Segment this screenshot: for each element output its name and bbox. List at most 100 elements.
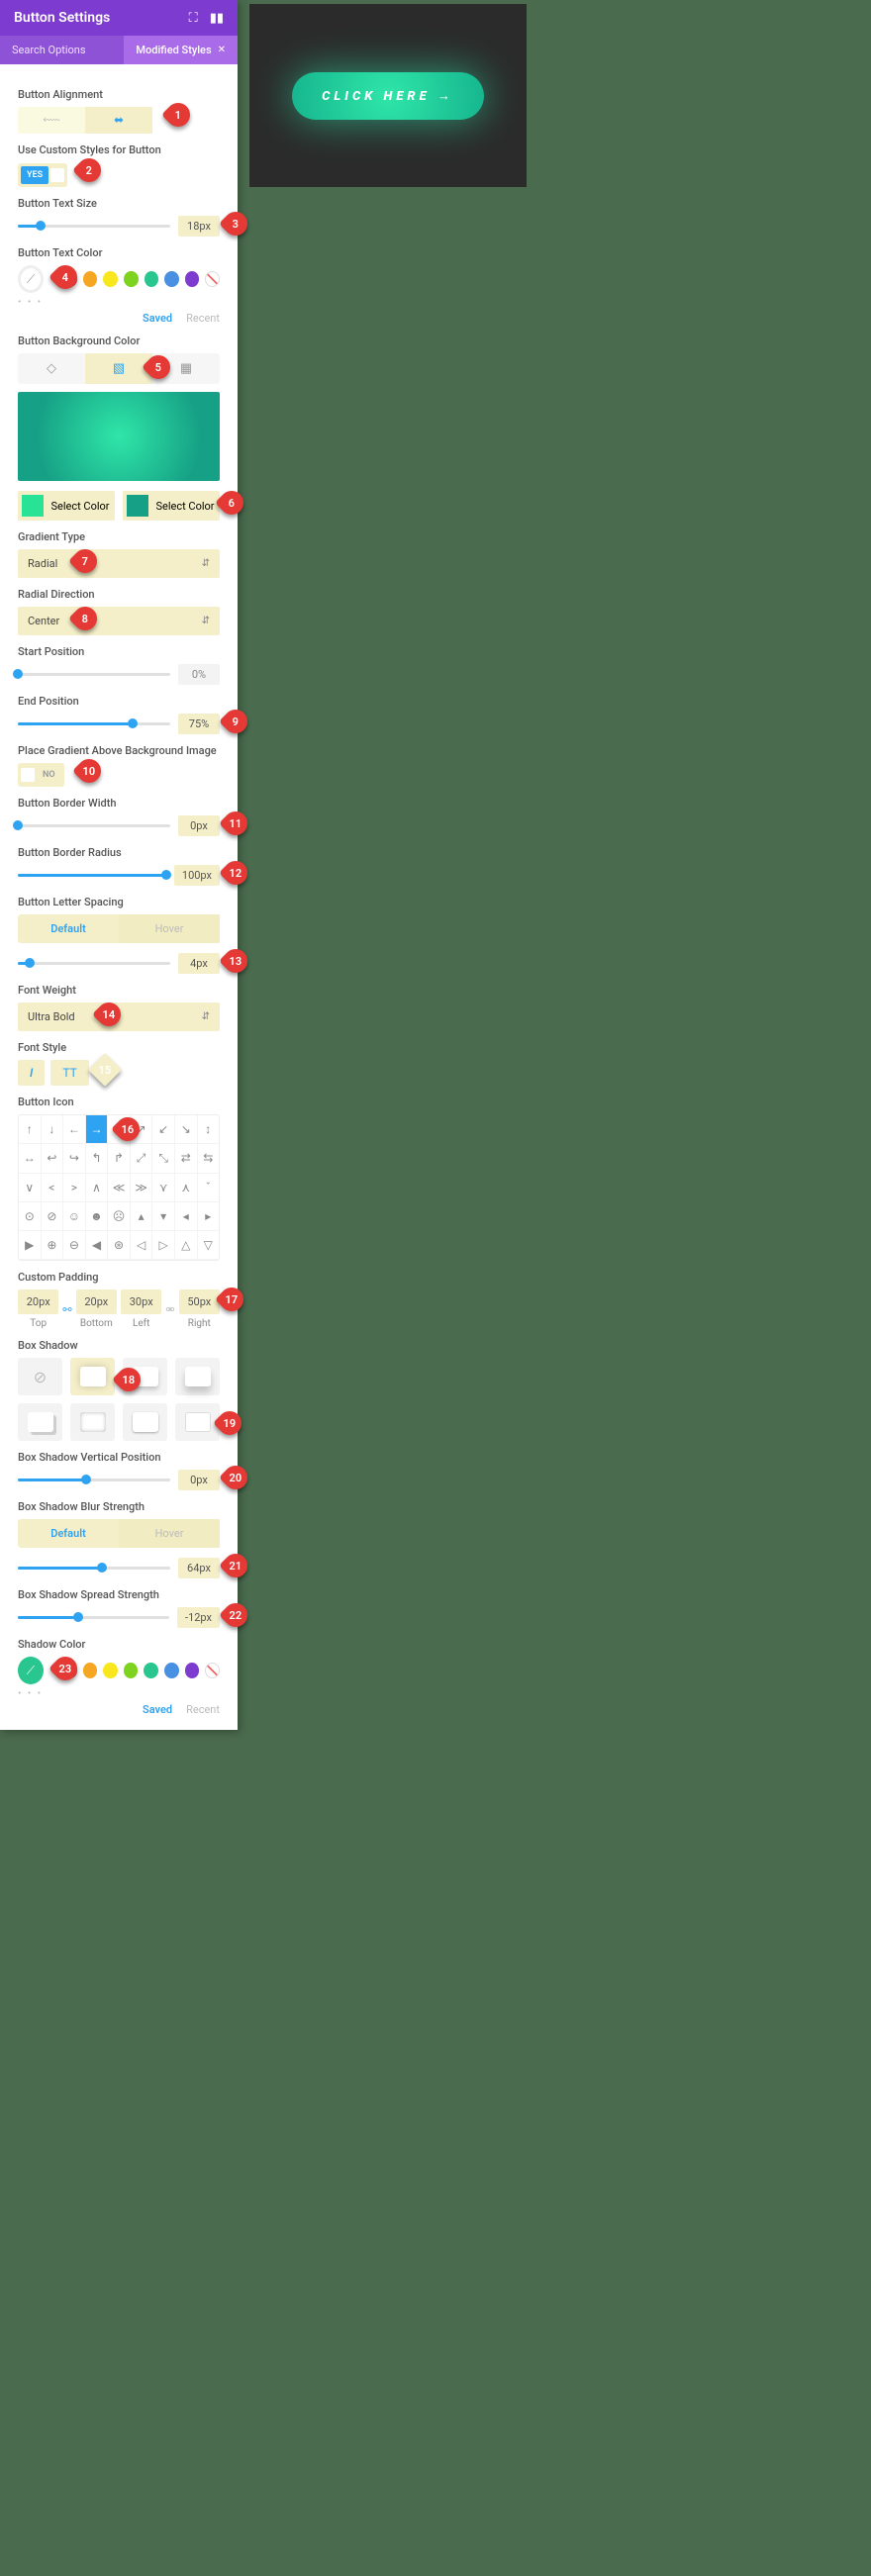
letter-spacing-state-tabs[interactable]: Default Hover (18, 914, 220, 943)
bs-spread-slider[interactable] (18, 1616, 169, 1619)
bg-tab-color[interactable]: ◇ (18, 353, 85, 384)
text-size-slider[interactable] (18, 225, 170, 228)
icon-arrow-up[interactable]: ↑ (19, 1115, 42, 1144)
icon-cell[interactable]: ⊕ (42, 1231, 64, 1260)
shadow-preset-3[interactable] (175, 1358, 220, 1395)
more-dots[interactable]: • • • (18, 297, 220, 308)
swatch-teal[interactable] (144, 1663, 158, 1678)
modified-styles-tab[interactable]: Modified Styles ✕ (124, 36, 238, 64)
font-weight-select[interactable]: Ultra Bold ⇵ 14 (18, 1002, 220, 1031)
saved-tab[interactable]: Saved (143, 1703, 172, 1716)
bs-spread-value[interactable]: -12px (177, 1607, 220, 1628)
swatch-none[interactable] (205, 1663, 220, 1678)
swatch-teal[interactable] (145, 271, 159, 287)
more-dots[interactable]: • • • (18, 1688, 220, 1699)
bs-blur-slider[interactable] (18, 1567, 170, 1570)
letter-spacing-value[interactable]: 4px (178, 953, 220, 974)
icon-cell[interactable]: ⋏ (175, 1174, 198, 1202)
bs-vertical-slider[interactable] (18, 1479, 170, 1481)
icon-cell[interactable]: ⇆ (198, 1144, 220, 1174)
swatch-green[interactable] (124, 1663, 139, 1678)
preview-button[interactable]: CLICK HERE → (292, 72, 484, 120)
swatch-orange[interactable] (83, 1663, 98, 1678)
icon-cell[interactable]: △ (175, 1231, 198, 1260)
recent-tab[interactable]: Recent (186, 312, 220, 325)
icon-cell[interactable]: ☹ (108, 1202, 131, 1231)
padding-top-value[interactable]: 20px (18, 1289, 58, 1314)
icon-picker[interactable]: ↑ ↓ ← → ↖ ↗ ↙ ↘ ↕ ↔↩↪↰↱⤢⤡⇄⇆ ∨<>∧≪≫⋎⋏ˇ ⊙⊘… (18, 1114, 220, 1261)
link-icon[interactable]: ⚯ (62, 1289, 71, 1329)
eyedropper-icon[interactable]: ⟋ (18, 1657, 44, 1684)
shadow-preset-6[interactable] (123, 1403, 167, 1441)
icon-arrow-right[interactable]: → (86, 1115, 109, 1144)
icon-cell[interactable]: ↰ (86, 1144, 109, 1174)
swatch-yellow[interactable] (103, 1663, 118, 1678)
state-hover[interactable]: Hover (119, 914, 220, 943)
border-width-value[interactable]: 0px (178, 815, 220, 836)
gradient-color-2[interactable]: Select Color (123, 491, 220, 521)
expand-icon[interactable]: ⛶ (189, 11, 198, 26)
bs-blur-state-tabs[interactable]: Default Hover (18, 1519, 220, 1548)
padding-right-value[interactable]: 50px (179, 1289, 220, 1314)
icon-cell[interactable]: ▴ (131, 1202, 153, 1231)
swatch-purple[interactable] (185, 271, 200, 287)
icon-cell[interactable]: < (42, 1174, 64, 1202)
letter-spacing-slider[interactable] (18, 962, 170, 965)
state-default[interactable]: Default (18, 914, 119, 943)
link-icon[interactable]: ⚮ (165, 1289, 174, 1329)
place-gradient-toggle[interactable]: NO (18, 763, 64, 787)
shadow-preset-5[interactable] (70, 1403, 115, 1441)
padding-left-value[interactable]: 30px (121, 1289, 161, 1314)
icon-cell[interactable]: ⊘ (42, 1202, 64, 1231)
swatch-purple[interactable] (185, 1663, 200, 1678)
gradient-color-1[interactable]: Select Color (18, 491, 115, 521)
icon-cell[interactable]: ↔ (19, 1144, 42, 1174)
border-radius-slider[interactable] (18, 874, 166, 877)
icon-cell[interactable]: ▾ (152, 1202, 175, 1231)
icon-cell[interactable]: ↱ (108, 1144, 131, 1174)
close-icon[interactable]: ✕ (218, 45, 226, 55)
icon-cell[interactable]: ◁ (131, 1231, 153, 1260)
border-radius-value[interactable]: 100px (174, 865, 220, 886)
icon-cell[interactable]: ≫ (131, 1174, 153, 1202)
icon-cell[interactable]: ☺ (63, 1202, 86, 1231)
radial-direction-select[interactable]: Center ⇵ 8 (18, 607, 220, 635)
icon-arrow-se[interactable]: ↘ (175, 1115, 198, 1144)
shadow-preset-1[interactable] (70, 1358, 115, 1395)
icon-cell[interactable]: ⊙ (19, 1202, 42, 1231)
shadow-none[interactable]: ⊘ (18, 1358, 62, 1395)
icon-arrow-updown[interactable]: ↕ (198, 1115, 220, 1144)
icon-cell[interactable]: ⇄ (175, 1144, 198, 1174)
align-left-icon[interactable]: ⬳ (18, 107, 85, 134)
icon-arrow-down[interactable]: ↓ (42, 1115, 64, 1144)
state-hover[interactable]: Hover (119, 1519, 220, 1548)
shadow-preset-4[interactable] (18, 1403, 62, 1441)
icon-cell[interactable]: ▽ (198, 1231, 220, 1260)
icon-cell[interactable]: ◀ (86, 1231, 109, 1260)
icon-cell[interactable]: ▷ (152, 1231, 175, 1260)
end-pos-slider[interactable] (18, 722, 170, 725)
icon-cell[interactable]: ∨ (19, 1174, 42, 1202)
icon-cell[interactable]: ▶ (19, 1231, 42, 1260)
icon-cell[interactable]: ˇ (198, 1174, 220, 1202)
icon-cell[interactable]: ⊖ (63, 1231, 86, 1260)
icon-cell[interactable]: > (63, 1174, 86, 1202)
icon-cell[interactable]: ⋎ (152, 1174, 175, 1202)
swatch-yellow[interactable] (103, 271, 118, 287)
icon-cell[interactable]: ▸ (198, 1202, 220, 1231)
eyedropper-icon[interactable]: ⟋ (18, 265, 44, 293)
swatch-orange[interactable] (83, 271, 98, 287)
icon-arrow-left[interactable]: ← (63, 1115, 86, 1144)
uppercase-button[interactable]: TT (50, 1060, 88, 1086)
swatch-blue[interactable] (164, 271, 179, 287)
start-pos-value[interactable]: 0% (178, 664, 220, 685)
columns-icon[interactable]: ▮▮ (210, 11, 224, 26)
bs-blur-value[interactable]: 64px (178, 1558, 220, 1578)
saved-tab[interactable]: Saved (143, 312, 172, 325)
state-default[interactable]: Default (18, 1519, 119, 1548)
start-pos-slider[interactable] (18, 673, 170, 676)
align-center-icon[interactable]: ⬌ (85, 107, 152, 134)
icon-cell[interactable]: ☻ (86, 1202, 109, 1231)
recent-tab[interactable]: Recent (186, 1703, 220, 1716)
icon-cell[interactable]: ≪ (108, 1174, 131, 1202)
